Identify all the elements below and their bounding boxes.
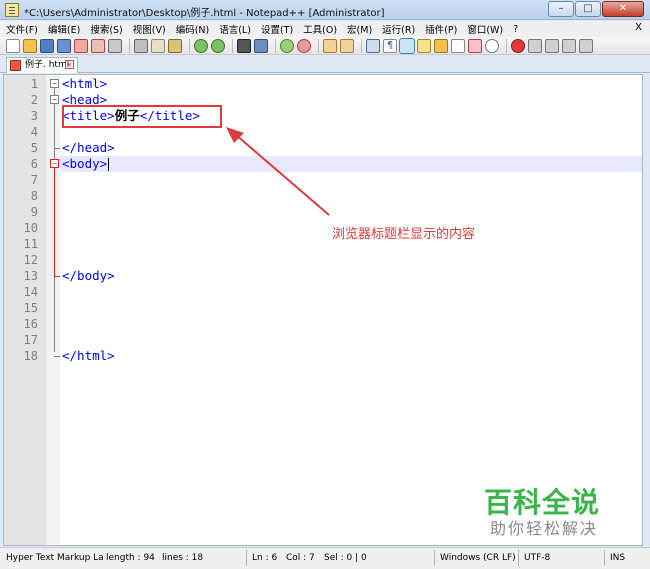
notepad-app-icon bbox=[5, 3, 19, 17]
menu-search[interactable]: 搜索(S) bbox=[90, 22, 122, 36]
monitoring-icon[interactable] bbox=[485, 38, 499, 53]
menu-macro[interactable]: 宏(M) bbox=[347, 22, 372, 36]
title-bar: *C:\Users\Administrator\Desktop\例子.html … bbox=[0, 0, 650, 20]
toolbar-separator bbox=[275, 38, 276, 53]
indent-guide-icon[interactable] bbox=[399, 37, 415, 54]
toolbar-separator bbox=[318, 38, 319, 53]
menu-settings[interactable]: 设置(T) bbox=[261, 22, 293, 36]
replace-icon[interactable] bbox=[254, 38, 268, 53]
paste-icon[interactable] bbox=[168, 38, 182, 53]
toolbar-separator bbox=[506, 38, 507, 53]
toolbar-separator bbox=[129, 38, 130, 53]
unsaved-file-icon bbox=[10, 60, 21, 71]
menu-edit[interactable]: 编辑(E) bbox=[48, 22, 80, 36]
status-selection: Sel : 0 | 0 bbox=[324, 553, 367, 563]
undo-icon[interactable] bbox=[194, 38, 208, 53]
status-divider bbox=[246, 550, 247, 566]
cut-icon[interactable] bbox=[134, 38, 148, 53]
toolbar-separator bbox=[189, 38, 190, 53]
menu-tools[interactable]: 工具(O) bbox=[303, 22, 337, 36]
close-all-icon[interactable] bbox=[91, 38, 105, 53]
function-list-icon[interactable] bbox=[451, 38, 465, 53]
doc-map-icon[interactable] bbox=[434, 38, 448, 53]
close-button[interactable]: ✕ bbox=[602, 1, 644, 17]
status-bar: Hyper Text Markup La length : 94 lines :… bbox=[0, 547, 650, 569]
zoom-in-icon[interactable] bbox=[280, 38, 294, 53]
menu-run[interactable]: 运行(R) bbox=[382, 22, 415, 36]
save-macro-icon[interactable] bbox=[579, 38, 593, 53]
find-icon[interactable] bbox=[237, 38, 251, 53]
close-file-icon[interactable] bbox=[74, 38, 88, 53]
status-divider bbox=[604, 550, 605, 566]
annotation-arrow bbox=[226, 127, 330, 216]
menu-window[interactable]: 窗口(W) bbox=[467, 22, 503, 36]
menu-file[interactable]: 文件(F) bbox=[6, 22, 38, 36]
tab-bar: 例子. html × bbox=[0, 56, 650, 73]
annotation-text: 浏览器标题栏显示的内容 bbox=[332, 227, 476, 242]
menu-plugins[interactable]: 插件(P) bbox=[425, 22, 457, 36]
print-icon[interactable] bbox=[108, 38, 122, 53]
folder-workspace-icon[interactable] bbox=[468, 38, 482, 53]
status-lines: lines : 18 bbox=[162, 553, 204, 563]
toolbar-separator bbox=[232, 38, 233, 53]
document-close-button[interactable]: X bbox=[635, 22, 642, 33]
status-encoding: UTF-8 bbox=[524, 553, 551, 563]
status-length: length : 94 bbox=[106, 553, 155, 563]
zoom-out-icon[interactable] bbox=[297, 38, 311, 53]
menu-help[interactable]: ? bbox=[513, 24, 518, 35]
minimize-button[interactable]: – bbox=[548, 1, 574, 17]
menu-language[interactable]: 语言(L) bbox=[219, 22, 251, 36]
run-macro-multiple-icon[interactable] bbox=[562, 38, 576, 53]
stop-macro-icon[interactable] bbox=[528, 38, 542, 53]
tab-close-icon[interactable]: × bbox=[65, 60, 74, 69]
status-divider bbox=[434, 550, 435, 566]
toolbar-separator bbox=[361, 38, 362, 53]
status-column: Col : 7 bbox=[286, 553, 315, 563]
play-macro-icon[interactable] bbox=[545, 38, 559, 53]
sync-vertical-icon[interactable] bbox=[323, 38, 337, 53]
new-file-icon[interactable] bbox=[6, 38, 20, 53]
window-controls: – □ ✕ bbox=[547, 1, 644, 17]
show-all-chars-icon[interactable]: ¶ bbox=[383, 38, 397, 53]
status-language: Hyper Text Markup La bbox=[6, 553, 104, 563]
watermark-slogan: 助你轻松解决 bbox=[490, 519, 599, 538]
status-line: Ln : 6 bbox=[252, 553, 278, 563]
code-editor[interactable]: 1 2 3 4 5 6 7 8 9 10 11 12 13 14 15 16 1… bbox=[3, 74, 643, 546]
tab-label: 例子. html bbox=[25, 60, 70, 70]
save-icon[interactable] bbox=[40, 38, 54, 53]
open-file-icon[interactable] bbox=[23, 38, 37, 53]
save-all-icon[interactable] bbox=[57, 38, 71, 53]
status-insert-mode: INS bbox=[610, 553, 626, 563]
status-divider bbox=[518, 550, 519, 566]
copy-icon[interactable] bbox=[151, 38, 165, 53]
record-macro-icon[interactable] bbox=[511, 38, 525, 53]
word-wrap-icon[interactable] bbox=[366, 38, 380, 53]
maximize-button[interactable]: □ bbox=[575, 1, 601, 17]
sync-horizontal-icon[interactable] bbox=[340, 38, 354, 53]
menu-encoding[interactable]: 编码(N) bbox=[176, 22, 210, 36]
redo-icon[interactable] bbox=[211, 38, 225, 53]
toolbar: ¶ bbox=[0, 37, 650, 55]
tab-example-html[interactable]: 例子. html × bbox=[6, 57, 78, 73]
menu-view[interactable]: 视图(V) bbox=[133, 22, 166, 36]
menu-bar: 文件(F) 编辑(E) 搜索(S) 视图(V) 编码(N) 语言(L) 设置(T… bbox=[0, 21, 650, 37]
window-title: *C:\Users\Administrator\Desktop\例子.html … bbox=[24, 8, 385, 19]
language-icon[interactable] bbox=[417, 38, 431, 53]
status-eol: Windows (CR LF) bbox=[440, 553, 516, 563]
